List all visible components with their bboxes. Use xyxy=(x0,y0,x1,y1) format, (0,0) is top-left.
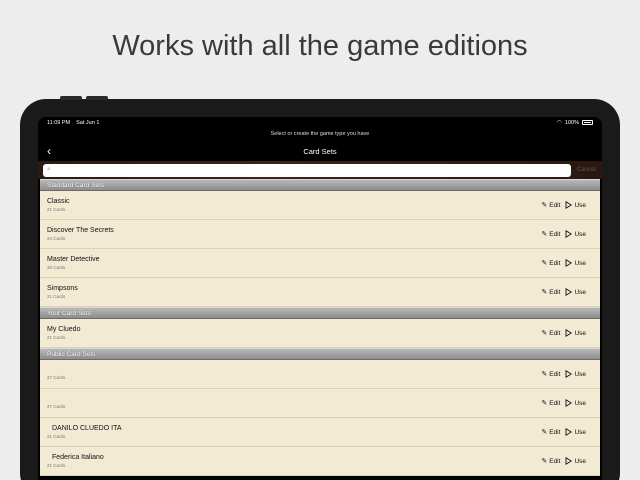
card-set-name: My Cluedo xyxy=(47,326,81,333)
section-header-yours: Your Card Sets xyxy=(40,307,600,319)
cancel-button[interactable]: Cancel xyxy=(577,167,596,173)
use-button[interactable]: Use xyxy=(565,230,586,238)
edit-button[interactable]: ✎ Edit xyxy=(541,457,560,466)
card-set-name: DANILO CLUEDO ITA xyxy=(52,425,122,432)
section-header-public: Public Card Sets xyxy=(40,348,600,360)
battery-percent: 100% xyxy=(564,119,579,126)
pencil-icon: ✎ xyxy=(541,202,548,209)
edit-button[interactable]: ✎ Edit xyxy=(541,201,560,210)
wifi-icon: ◠ xyxy=(556,120,562,126)
status-date: Sat Jun 1 xyxy=(76,119,100,126)
card-count: 21 Cards xyxy=(47,207,66,212)
prompt-text: Select or create the game type you have xyxy=(270,131,370,137)
pencil-icon: ✎ xyxy=(541,429,548,436)
list-item[interactable]: Federica Italiano 21 Cards ✎ Edit Use xyxy=(40,447,600,476)
edit-button[interactable]: ✎ Edit xyxy=(541,259,560,268)
use-button[interactable]: Use xyxy=(565,201,586,209)
card-set-name: Federica Italiano xyxy=(52,454,104,461)
card-count: 21 Cards xyxy=(47,434,66,439)
use-button[interactable]: Use xyxy=(565,259,586,267)
edit-button[interactable]: ✎ Edit xyxy=(541,370,560,379)
pencil-icon: ✎ xyxy=(541,289,548,296)
navigation-bar: ‹ Card Sets xyxy=(38,141,602,161)
card-set-name: Simpsons xyxy=(47,285,78,292)
card-sets-list: Standard Card Sets Classic 21 Cards ✎ Edi… xyxy=(40,179,600,476)
chevron-left-icon[interactable]: ‹ xyxy=(42,144,56,158)
edit-button[interactable]: ✎ Edit xyxy=(541,288,560,297)
edit-button[interactable]: ✎ Edit xyxy=(541,428,560,437)
use-button[interactable]: Use xyxy=(565,288,586,296)
use-button[interactable]: Use xyxy=(565,457,586,465)
play-icon xyxy=(565,288,573,296)
screen: 11:09 PM Sat Jun 1 ◠ 100% Select or crea… xyxy=(38,117,602,480)
battery-icon xyxy=(582,120,593,125)
play-icon xyxy=(565,428,573,436)
card-count: 27 Cards xyxy=(47,375,66,380)
list-item[interactable]: Discover The Secrets 24 Cards ✎ Edit Use xyxy=(40,220,600,249)
pencil-icon: ✎ xyxy=(541,231,548,238)
section-header-standard: Standard Card Sets xyxy=(40,179,600,191)
device-button xyxy=(60,96,82,100)
card-count: 21 Cards xyxy=(47,294,66,299)
search-input[interactable] xyxy=(53,167,554,173)
list-item[interactable]: 27 Cards ✎ Edit Use xyxy=(40,360,600,389)
list-item[interactable]: My Cluedo 21 Cards ✎ Edit Use xyxy=(40,319,600,348)
use-button[interactable]: Use xyxy=(565,399,586,407)
card-count: 27 Cards xyxy=(47,404,66,409)
list-item[interactable]: DANILO CLUEDO ITA 21 Cards ✎ Edit Use xyxy=(40,418,600,447)
play-icon xyxy=(565,201,573,209)
search-icon: ⌕ xyxy=(47,166,51,173)
status-time: 11:09 PM xyxy=(47,119,71,126)
use-button[interactable]: Use xyxy=(565,428,586,436)
card-set-name: Classic xyxy=(47,198,70,205)
play-icon xyxy=(565,329,573,337)
pencil-icon: ✎ xyxy=(541,371,548,378)
page-title: Card Sets xyxy=(303,146,337,156)
edit-button[interactable]: ✎ Edit xyxy=(541,329,560,338)
list-item[interactable]: 27 Cards ✎ Edit Use xyxy=(40,389,600,418)
pencil-icon: ✎ xyxy=(541,330,548,337)
use-button[interactable]: Use xyxy=(565,329,586,337)
pencil-icon: ✎ xyxy=(541,260,548,267)
card-count: 30 Cards xyxy=(47,265,66,270)
list-item[interactable]: Simpsons 21 Cards ✎ Edit Use xyxy=(40,278,600,307)
card-set-name: Master Detective xyxy=(47,256,100,263)
search-bar: ⌕ Cancel xyxy=(38,161,602,179)
card-count: 24 Cards xyxy=(47,236,66,241)
play-icon xyxy=(565,457,573,465)
play-icon xyxy=(565,230,573,238)
status-bar: 11:09 PM Sat Jun 1 ◠ 100% xyxy=(38,117,602,128)
headline: Works with all the game editions xyxy=(112,30,528,62)
list-item[interactable]: Classic 21 Cards ✎ Edit Use xyxy=(40,191,600,220)
edit-button[interactable]: ✎ Edit xyxy=(541,230,560,239)
play-icon xyxy=(565,370,573,378)
play-icon xyxy=(565,259,573,267)
card-count: 21 Cards xyxy=(47,335,66,340)
device-button xyxy=(86,96,108,100)
card-count: 21 Cards xyxy=(47,463,66,468)
use-button[interactable]: Use xyxy=(565,370,586,378)
list-item[interactable]: Master Detective 30 Cards ✎ Edit Use xyxy=(40,249,600,278)
pencil-icon: ✎ xyxy=(541,400,548,407)
play-icon xyxy=(565,399,573,407)
card-set-name: Discover The Secrets xyxy=(47,227,114,234)
pencil-icon: ✎ xyxy=(541,458,548,465)
search-field[interactable]: ⌕ xyxy=(43,163,571,177)
edit-button[interactable]: ✎ Edit xyxy=(541,399,560,408)
